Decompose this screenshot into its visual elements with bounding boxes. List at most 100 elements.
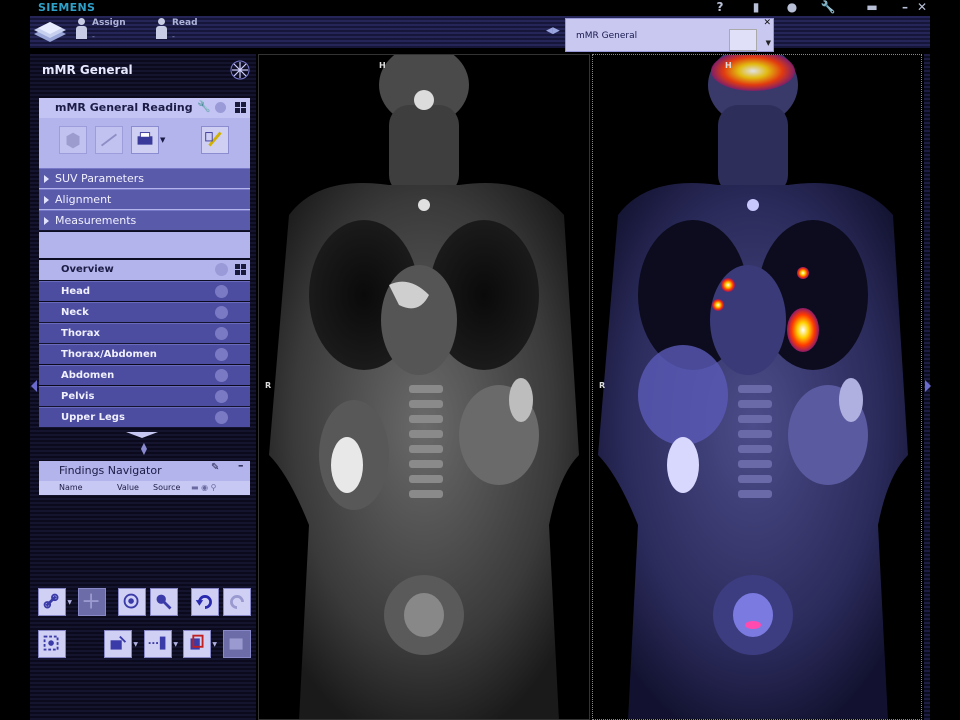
section-alignment[interactable]: Alignment bbox=[39, 189, 250, 209]
section-suv-parameters[interactable]: SUV Parameters bbox=[39, 168, 250, 188]
filter-icon[interactable]: ▬ ◉ ⚲ bbox=[191, 483, 216, 492]
print-tool-button[interactable] bbox=[131, 126, 159, 154]
column-source[interactable]: Source bbox=[153, 483, 180, 492]
chevron-down-icon[interactable]: ▼ bbox=[173, 641, 178, 648]
globe-icon[interactable]: ● bbox=[784, 0, 800, 14]
region-label: Pelvis bbox=[61, 391, 95, 402]
task-read-label: Read bbox=[172, 18, 198, 28]
snowflake-icon[interactable] bbox=[230, 60, 250, 80]
expand-right-icon[interactable] bbox=[925, 380, 931, 392]
chevron-right-icon bbox=[44, 196, 49, 204]
zoom-button[interactable] bbox=[150, 588, 178, 616]
task-assign[interactable]: Assign - bbox=[74, 18, 154, 46]
region-status-icon bbox=[215, 348, 228, 361]
patient-browser-icon[interactable] bbox=[30, 16, 70, 46]
orientation-side: R bbox=[599, 381, 606, 390]
section-measurements[interactable]: Measurements bbox=[39, 210, 250, 230]
findings-columns: Name Value Source ▬ ◉ ⚲ bbox=[39, 481, 250, 495]
region-abdomen[interactable]: Abdomen bbox=[39, 365, 250, 385]
region-label: Thorax/Abdomen bbox=[61, 349, 157, 360]
task-thumbnail bbox=[729, 29, 757, 51]
wrench-icon[interactable]: 🔧 bbox=[197, 100, 211, 113]
region-overview[interactable]: Overview bbox=[39, 260, 250, 280]
region-label: Upper Legs bbox=[61, 412, 125, 423]
overview-label: Overview bbox=[61, 264, 114, 275]
region-neck[interactable]: Neck bbox=[39, 302, 250, 322]
fusion-viewer[interactable]: H R bbox=[592, 54, 922, 720]
mr-coronal-image bbox=[269, 55, 579, 719]
orientation-side: R bbox=[265, 381, 272, 390]
layout-button[interactable] bbox=[38, 630, 66, 658]
splitter-icon[interactable]: ▲ ▼ bbox=[138, 442, 150, 456]
mr-viewer[interactable]: H R bbox=[258, 54, 590, 720]
chevron-down-icon[interactable]: ▼ bbox=[133, 641, 138, 648]
store-button[interactable] bbox=[223, 630, 251, 658]
region-status-icon bbox=[215, 327, 228, 340]
chevron-down-icon[interactable]: ▼ bbox=[766, 39, 771, 47]
briefcase-icon[interactable]: ▬ bbox=[864, 0, 880, 14]
chevron-right-icon bbox=[44, 217, 49, 225]
region-pelvis[interactable]: Pelvis bbox=[39, 386, 250, 406]
reading-title: mMR General Reading bbox=[55, 101, 193, 114]
close-task-icon[interactable]: ✕ bbox=[763, 18, 771, 28]
task-scroll-arrows-icon[interactable]: ◀▶ bbox=[546, 26, 560, 36]
fit-view-button[interactable] bbox=[118, 588, 146, 616]
regions-header bbox=[39, 232, 250, 258]
region-status-icon bbox=[215, 411, 228, 424]
region-head[interactable]: Head bbox=[39, 281, 250, 301]
report-button[interactable]: ▼ bbox=[183, 630, 217, 658]
help-icon[interactable]: ? bbox=[712, 0, 728, 14]
orientation-top: H bbox=[379, 61, 386, 70]
pan-button[interactable] bbox=[78, 588, 106, 616]
region-thorax-abdomen[interactable]: Thorax/Abdomen bbox=[39, 344, 250, 364]
region-label: Head bbox=[61, 286, 91, 297]
person-icon bbox=[154, 18, 168, 46]
section-label: Alignment bbox=[55, 193, 112, 206]
section-label: SUV Parameters bbox=[55, 172, 145, 185]
column-value[interactable]: Value bbox=[117, 483, 139, 492]
wrench-icon[interactable]: 🔧 bbox=[820, 0, 836, 14]
section-label: Measurements bbox=[55, 214, 137, 227]
chevron-right-icon bbox=[44, 175, 49, 183]
chevron-down-icon[interactable]: ▼ bbox=[67, 599, 72, 606]
chevron-down-icon[interactable]: ▼ bbox=[212, 641, 217, 648]
region-upper-legs[interactable]: Upper Legs bbox=[39, 407, 250, 427]
column-name[interactable]: Name bbox=[59, 483, 83, 492]
task-read[interactable]: Read - bbox=[154, 18, 234, 46]
export-button[interactable]: ▼ bbox=[144, 630, 178, 658]
minimize-icon[interactable]: – bbox=[238, 459, 244, 472]
active-task-card[interactable]: mMR General ✕ ▼ bbox=[565, 18, 774, 52]
findings-navigator: Findings Navigator ✎ – Name Value Source… bbox=[39, 459, 250, 495]
layout-grid-icon[interactable] bbox=[235, 264, 246, 275]
region-status-icon bbox=[215, 285, 228, 298]
region-label: Thorax bbox=[61, 328, 100, 339]
chevron-down-icon[interactable]: ▼ bbox=[160, 136, 165, 144]
ruler-tool-button[interactable] bbox=[95, 126, 123, 154]
findings-title: Findings Navigator bbox=[59, 464, 162, 477]
annotate-tool-button[interactable] bbox=[201, 126, 229, 154]
reading-header: mMR General Reading 🔧 bbox=[39, 98, 250, 118]
circle-icon[interactable] bbox=[215, 263, 228, 276]
control-panel: mMR General mMR General Reading 🔧 ▼ SUV … bbox=[30, 54, 256, 720]
region-label: Abdomen bbox=[61, 370, 115, 381]
minimize-icon[interactable]: – bbox=[897, 0, 913, 14]
edit-icon[interactable]: ✎ bbox=[211, 462, 219, 473]
cube-tool-button[interactable] bbox=[59, 126, 87, 154]
segment-button[interactable]: ▼ bbox=[104, 630, 138, 658]
layout-grid-icon[interactable] bbox=[235, 102, 246, 113]
brand-logo: SIEMENS bbox=[38, 1, 96, 14]
task-card-bar: Assign - Read - ◀▶ bbox=[30, 16, 930, 48]
redo-button[interactable] bbox=[223, 588, 251, 616]
close-icon[interactable]: ✕ bbox=[914, 0, 930, 14]
orientation-top: H bbox=[725, 61, 732, 70]
device-icon[interactable]: ▮ bbox=[748, 0, 764, 14]
circle-icon[interactable] bbox=[215, 102, 226, 113]
region-status-icon bbox=[215, 306, 228, 319]
undo-button[interactable] bbox=[191, 588, 219, 616]
region-label: Neck bbox=[61, 307, 89, 318]
region-status-icon bbox=[215, 369, 228, 382]
expand-left-icon[interactable] bbox=[31, 380, 37, 392]
collapse-handle-icon[interactable] bbox=[126, 432, 158, 438]
region-thorax[interactable]: Thorax bbox=[39, 323, 250, 343]
link-button[interactable]: ▼ bbox=[38, 588, 72, 616]
